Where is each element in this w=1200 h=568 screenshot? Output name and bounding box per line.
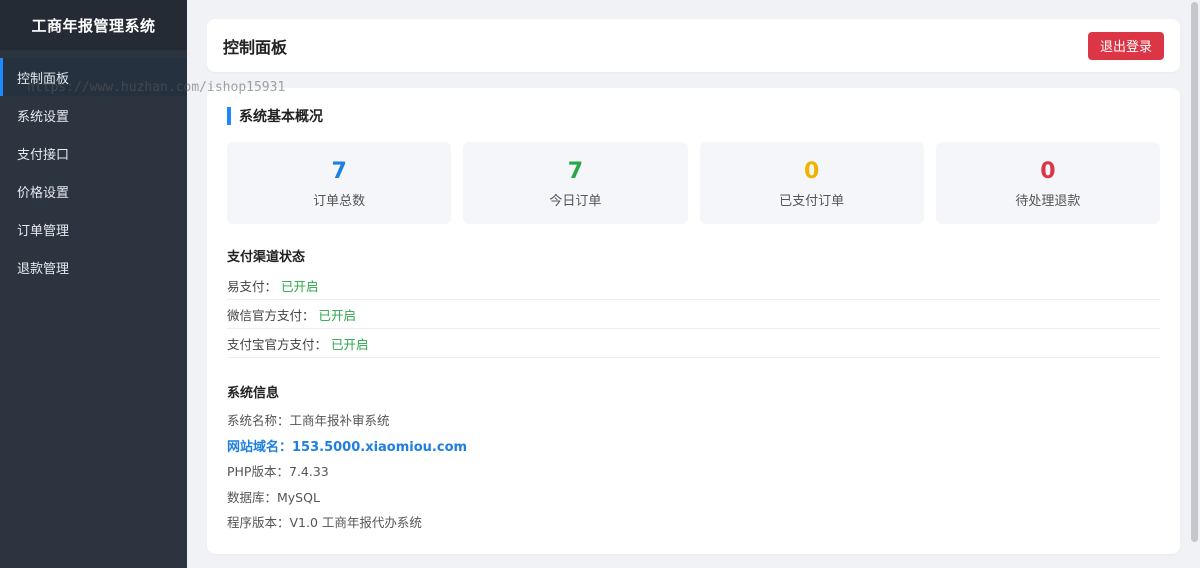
page-header: 控制面板 退出登录 [207, 19, 1180, 72]
payment-channel-row: 微信官方支付： 已开启 [227, 300, 1160, 329]
php-version-row: PHP版本：7.4.33 [227, 464, 329, 480]
page-title: 控制面板 [223, 37, 288, 57]
main-content: 控制面板 退出登录 系统基本概况 7 订单总数 7 今日订单 0 已支付订单 0… [187, 0, 1200, 568]
overview-title: 系统基本概况 [239, 109, 323, 125]
sidebar-item-label: 系统设置 [17, 109, 70, 125]
sidebar-item-label: 支付接口 [17, 147, 70, 163]
sidebar-item-price-settings[interactable]: 价格设置 [0, 172, 187, 210]
stat-value: 0 [1040, 158, 1056, 184]
overview-heading: 系统基本概况 [227, 106, 1160, 126]
payment-channel-name: 微信官方支付： [227, 307, 315, 323]
system-name-row: 系统名称：工商年报补审系统 [227, 413, 390, 429]
payment-channel-status: 已开启 [331, 336, 369, 352]
overview-card: 系统基本概况 7 订单总数 7 今日订单 0 已支付订单 0 待处理退款 支付渠… [207, 88, 1180, 554]
stat-label: 已支付订单 [779, 193, 845, 209]
database-row: 数据库：MySQL [227, 489, 320, 505]
sidebar: 工商年报管理系统 控制面板 系统设置 支付接口 价格设置 订单管理 退款管理 [0, 0, 187, 568]
sidebar-item-label: 退款管理 [17, 261, 70, 277]
app-root: 工商年报管理系统 控制面板 系统设置 支付接口 价格设置 订单管理 退款管理 控 [0, 0, 1200, 568]
payment-channel-status: 已开启 [281, 278, 319, 294]
stat-label: 待处理退款 [1015, 193, 1081, 209]
stat-today-orders: 7 今日订单 [463, 142, 688, 224]
payment-channel-row: 易支付： 已开启 [227, 271, 1160, 300]
stat-label: 订单总数 [313, 193, 366, 209]
payment-channel-status: 已开启 [318, 307, 357, 323]
payment-status-title: 支付渠道状态 [227, 250, 306, 265]
page-scrollbar[interactable] [1188, 0, 1200, 568]
stat-pending-refunds: 0 待处理退款 [935, 142, 1160, 224]
stats-row: 7 订单总数 7 今日订单 0 已支付订单 0 待处理退款 [227, 142, 1160, 224]
section-accent-bar [227, 107, 231, 125]
sidebar-item-dashboard[interactable]: 控制面板 [0, 58, 187, 96]
system-info-title: 系统信息 [227, 386, 280, 401]
stat-value: 7 [331, 158, 347, 184]
stat-value: 7 [567, 158, 584, 184]
sidebar-item-order-management[interactable]: 订单管理 [0, 210, 187, 248]
sidebar-nav: 控制面板 系统设置 支付接口 价格设置 订单管理 退款管理 [0, 58, 187, 286]
sidebar-item-label: 价格设置 [17, 185, 70, 201]
sidebar-item-refund-management[interactable]: 退款管理 [0, 248, 187, 286]
sidebar-item-label: 控制面板 [17, 71, 70, 87]
app-title: 工商年报管理系统 [0, 0, 187, 50]
stat-value: 0 [803, 158, 820, 184]
payment-channel-name: 易支付： [227, 278, 278, 294]
stat-label: 今日订单 [549, 193, 602, 209]
sidebar-item-label: 订单管理 [17, 223, 70, 239]
payment-channel-name: 支付宝官方支付： [227, 336, 328, 352]
program-version-row: 程序版本：V1.0 工商年报代办系统 [227, 515, 422, 531]
stat-paid-orders: 0 已支付订单 [699, 142, 924, 224]
sidebar-item-payment-interface[interactable]: 支付接口 [0, 134, 187, 172]
payment-channel-row: 支付宝官方支付： 已开启 [227, 329, 1160, 358]
sidebar-item-system-settings[interactable]: 系统设置 [0, 96, 187, 134]
scrollbar-thumb[interactable] [1191, 2, 1198, 542]
logout-button[interactable]: 退出登录 [1087, 31, 1164, 60]
site-domain-row: 网站域名：153.5000.xiaomiou.com [227, 439, 468, 455]
stat-total-orders: 7 订单总数 [227, 142, 452, 224]
